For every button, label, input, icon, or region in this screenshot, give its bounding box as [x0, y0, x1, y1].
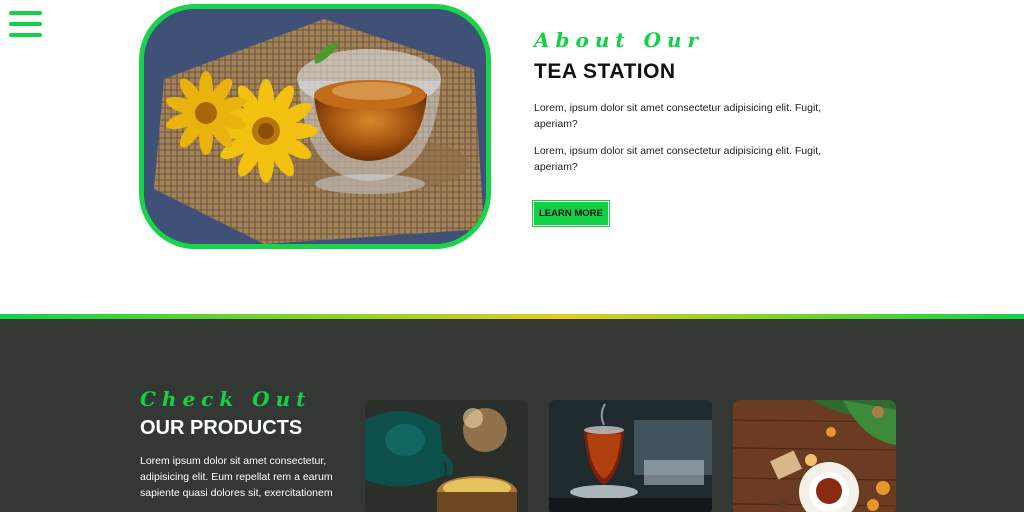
about-paragraph-1: Lorem, ipsum dolor sit amet consectetur … — [534, 102, 822, 130]
about-subheading: About Our — [534, 28, 705, 52]
hamburger-menu-icon[interactable] — [9, 11, 42, 41]
menu-bar — [9, 33, 42, 37]
products-section: Check Out OUR PRODUCTS Lorem ipsum dolor… — [0, 319, 1024, 512]
tea-cup-image — [139, 4, 491, 249]
product-card-christmas-tea[interactable] — [733, 400, 896, 512]
product-card-tea-glass[interactable] — [549, 400, 712, 512]
products-paragraph: Lorem ipsum dolor sit amet consectetur, … — [140, 455, 333, 499]
menu-bar — [9, 11, 42, 15]
product-card-teapot[interactable] — [365, 400, 528, 512]
about-title: TEA STATION — [534, 60, 676, 83]
products-subheading: Check Out — [140, 387, 312, 411]
menu-bar — [9, 22, 42, 26]
learn-more-button[interactable]: LEARN MORE — [532, 200, 610, 227]
products-title: OUR PRODUCTS — [140, 417, 303, 439]
about-section: About Our TEA STATION Lorem, ipsum dolor… — [532, 28, 834, 227]
products-intro: Check Out OUR PRODUCTS Lorem ipsum dolor… — [140, 387, 340, 501]
about-paragraph-2: Lorem, ipsum dolor sit amet consectetur … — [534, 145, 822, 173]
